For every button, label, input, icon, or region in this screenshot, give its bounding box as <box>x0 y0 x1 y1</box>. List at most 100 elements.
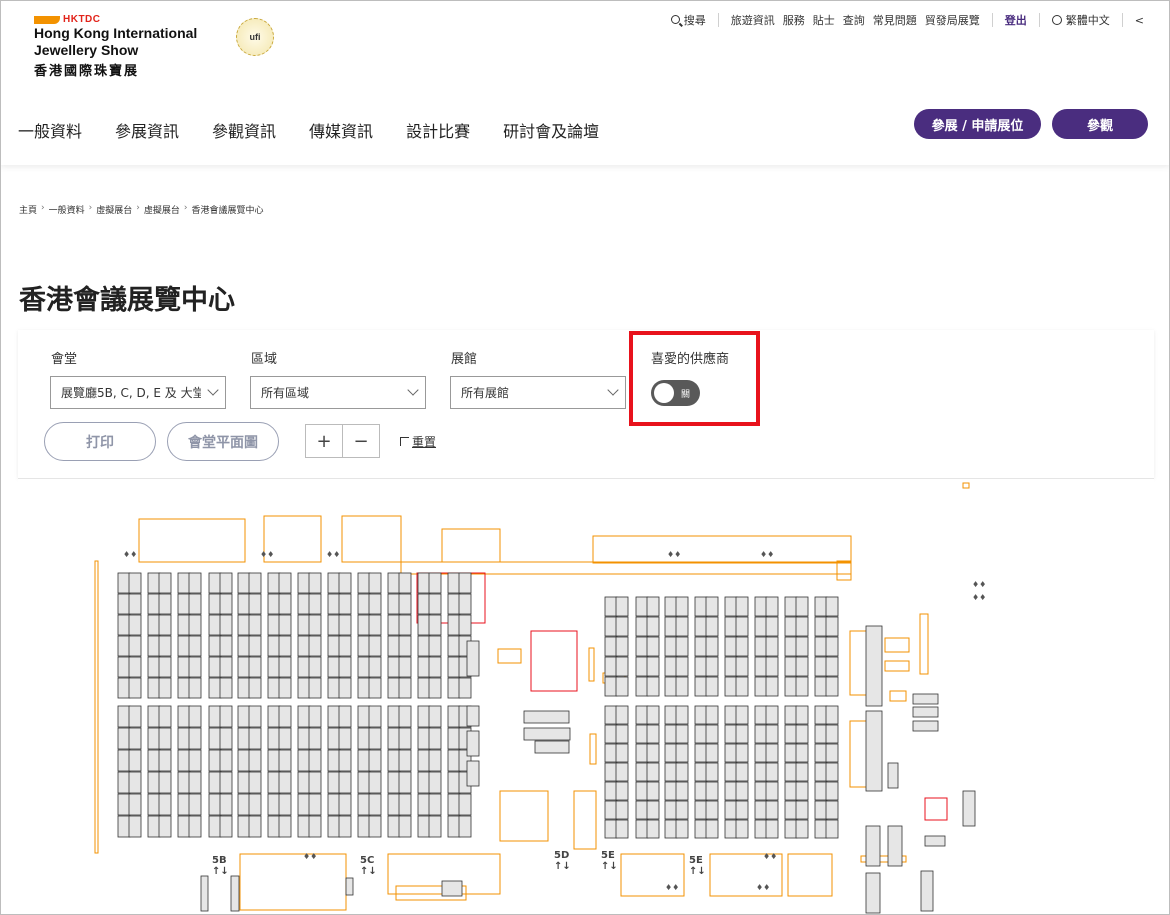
booth[interactable] <box>308 635 322 657</box>
booth[interactable] <box>208 771 222 794</box>
booth[interactable] <box>825 743 839 763</box>
booth[interactable] <box>724 616 738 637</box>
booth[interactable] <box>675 636 689 657</box>
booth[interactable] <box>219 614 233 636</box>
booth[interactable] <box>447 815 461 838</box>
booth[interactable] <box>765 743 779 763</box>
booth[interactable] <box>278 677 292 699</box>
utility-link-travel[interactable]: 旅遊資訊 <box>727 12 779 28</box>
booth[interactable] <box>147 749 161 772</box>
booth[interactable] <box>357 815 371 838</box>
booth[interactable] <box>338 572 352 594</box>
booth[interactable] <box>664 800 678 820</box>
booth[interactable] <box>754 762 768 782</box>
booth[interactable] <box>398 656 412 678</box>
booth[interactable] <box>664 705 678 725</box>
booth[interactable] <box>604 781 618 801</box>
booth[interactable] <box>188 593 202 615</box>
booth[interactable] <box>338 815 352 838</box>
booth[interactable] <box>398 793 412 816</box>
booth[interactable] <box>675 616 689 637</box>
booth[interactable] <box>357 727 371 750</box>
booth[interactable] <box>297 749 311 772</box>
booth[interactable] <box>308 815 322 838</box>
booth[interactable] <box>865 825 881 867</box>
booth[interactable] <box>208 593 222 615</box>
booth[interactable] <box>357 614 371 636</box>
booth[interactable] <box>754 616 768 637</box>
booth[interactable] <box>248 727 262 750</box>
booth[interactable] <box>754 743 768 763</box>
booth[interactable] <box>635 781 649 801</box>
booth[interactable] <box>248 572 262 594</box>
booth[interactable] <box>458 593 472 615</box>
booth[interactable] <box>237 656 251 678</box>
booth[interactable] <box>615 800 629 820</box>
booth[interactable] <box>428 593 442 615</box>
booth[interactable] <box>754 819 768 839</box>
booth[interactable] <box>387 656 401 678</box>
booth[interactable] <box>208 656 222 678</box>
booth[interactable] <box>177 793 191 816</box>
booth[interactable] <box>784 596 798 617</box>
booth[interactable] <box>177 635 191 657</box>
booth[interactable] <box>724 724 738 744</box>
booth[interactable] <box>219 705 233 728</box>
booth[interactable] <box>635 676 649 697</box>
booth[interactable] <box>177 727 191 750</box>
booth[interactable] <box>297 815 311 838</box>
booth[interactable] <box>924 835 946 847</box>
booth[interactable] <box>278 593 292 615</box>
booth[interactable] <box>308 749 322 772</box>
booth[interactable] <box>825 616 839 637</box>
booth[interactable] <box>604 656 618 677</box>
booth[interactable] <box>128 771 142 794</box>
booth[interactable] <box>147 771 161 794</box>
booth[interactable] <box>117 793 131 816</box>
booth[interactable] <box>177 572 191 594</box>
booth[interactable] <box>177 677 191 699</box>
booth[interactable] <box>694 800 708 820</box>
booth[interactable] <box>128 677 142 699</box>
booth[interactable] <box>784 781 798 801</box>
booth[interactable] <box>705 705 719 725</box>
booth[interactable] <box>237 815 251 838</box>
booth[interactable] <box>368 815 382 838</box>
booth[interactable] <box>278 771 292 794</box>
booth[interactable] <box>735 743 749 763</box>
booth[interactable] <box>887 762 899 789</box>
booth[interactable] <box>724 819 738 839</box>
booth[interactable] <box>466 705 480 727</box>
booth[interactable] <box>765 596 779 617</box>
booth[interactable] <box>615 819 629 839</box>
booth[interactable] <box>615 762 629 782</box>
booth[interactable] <box>675 656 689 677</box>
booth[interactable] <box>428 793 442 816</box>
booth[interactable] <box>357 749 371 772</box>
booth[interactable] <box>724 656 738 677</box>
booth[interactable] <box>147 656 161 678</box>
booth[interactable] <box>267 677 281 699</box>
booth[interactable] <box>237 677 251 699</box>
booth[interactable] <box>147 593 161 615</box>
booth[interactable] <box>705 762 719 782</box>
zoom-out-button[interactable]: − <box>342 424 380 458</box>
booth[interactable] <box>784 616 798 637</box>
booth[interactable] <box>664 656 678 677</box>
visit-button[interactable]: 參觀 <box>1052 109 1148 139</box>
booth[interactable] <box>188 771 202 794</box>
booth[interactable] <box>604 705 618 725</box>
booth[interactable] <box>327 727 341 750</box>
booth[interactable] <box>417 635 431 657</box>
booth[interactable] <box>128 572 142 594</box>
booth[interactable] <box>368 793 382 816</box>
booth[interactable] <box>177 705 191 728</box>
booth[interactable] <box>646 636 660 657</box>
booth[interactable] <box>912 706 939 718</box>
booth[interactable] <box>128 727 142 750</box>
booth[interactable] <box>795 800 809 820</box>
booth[interactable] <box>784 724 798 744</box>
booth[interactable] <box>615 724 629 744</box>
floorplan-map[interactable]: 5B ↑↓ 5C ↑↓ 5D ↑↓ 5E ↑↓ 5E ↑↓ ♦♦ ♦♦ ♦♦ ♦♦ ♦♦ ♦♦ ♦♦ ♦♦ ♦♦ ♦♦… <box>18 478 1154 915</box>
booth[interactable] <box>117 705 131 728</box>
